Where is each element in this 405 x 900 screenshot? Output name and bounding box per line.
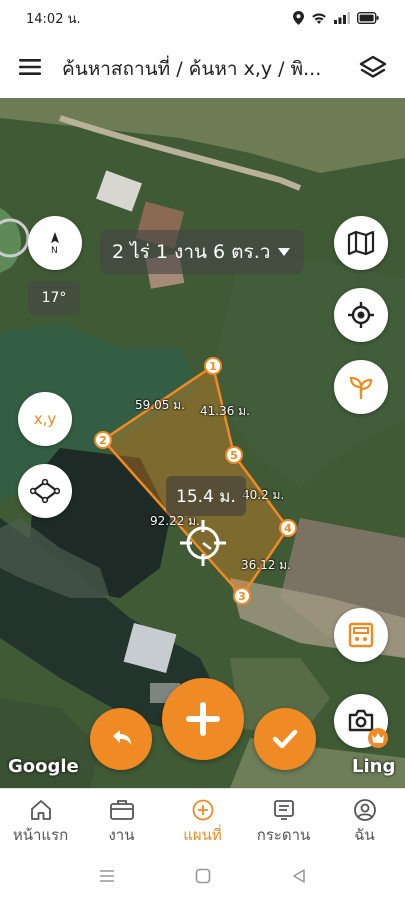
plant-button[interactable]	[334, 360, 388, 414]
status-time: 14:02 น.	[26, 11, 81, 27]
nav-jobs-label: งาน	[108, 826, 135, 844]
compass-icon: N	[51, 232, 59, 256]
map-type-button[interactable]	[334, 216, 388, 270]
nav-board-label: กระดาน	[256, 826, 311, 844]
nav-jobs[interactable]: งาน	[81, 789, 162, 852]
camera-button[interactable]	[334, 694, 388, 748]
confirm-button[interactable]	[254, 708, 316, 770]
ling-attribution: Ling	[352, 756, 396, 777]
home-icon	[30, 800, 51, 820]
chevron-down-icon	[278, 248, 291, 256]
nav-map-label: แผนที่	[183, 826, 222, 844]
compass-button[interactable]: N	[28, 216, 82, 270]
status-bar: 14:02 น.	[0, 0, 405, 36]
map-plus-icon	[192, 799, 213, 821]
briefcase-icon	[109, 800, 134, 820]
gps-target-icon	[348, 302, 374, 328]
location-icon	[293, 11, 304, 25]
nav-profile-label: ฉัน	[354, 826, 375, 844]
home-button-icon[interactable]	[195, 868, 211, 884]
area-summary[interactable]: 2 ไร่ 1 งาน 6 ตร.ว	[100, 230, 305, 274]
back-icon[interactable]	[291, 868, 307, 884]
app-header: ค้นหาสถานที่ / ค้นหา x,y / พิ...	[0, 36, 405, 98]
system-navigation-bar	[0, 852, 405, 900]
user-icon	[353, 799, 376, 821]
crosshair-icon	[180, 520, 226, 566]
shape-edit-button[interactable]	[18, 464, 72, 518]
wifi-icon	[312, 13, 326, 24]
map-icon	[347, 230, 375, 256]
vertex-marker[interactable]: 2	[94, 431, 112, 449]
board-icon	[273, 800, 294, 820]
nav-map[interactable]: แผนที่	[162, 789, 243, 852]
xy-coordinate-button[interactable]: x,y	[18, 392, 72, 446]
edge-distance-label: 36.12 ม.	[241, 558, 291, 572]
vertex-marker[interactable]: 5	[225, 446, 243, 464]
sprout-icon	[349, 376, 373, 400]
svg-text:N: N	[51, 246, 58, 256]
center-distance-label: 15.4 ม.	[166, 476, 246, 516]
satellite-map[interactable]: 2 ไร่ 1 งาน 6 ตร.ว N 17° x,y 59.05 ม. 41…	[0, 98, 405, 788]
recent-apps-icon[interactable]	[99, 869, 115, 883]
undo-button[interactable]	[90, 708, 152, 770]
calculator-icon	[348, 622, 374, 648]
screen: 14:02 น. ค้นหาสถานที่ / ค้นหา x,y / พิ..…	[0, 0, 405, 900]
add-point-button[interactable]	[162, 678, 244, 760]
undo-icon	[113, 730, 131, 745]
menu-icon[interactable]	[18, 55, 44, 79]
google-attribution: Google	[8, 756, 79, 777]
bottom-navigation: หน้าแรก งาน แผนที่ กระดาน ฉัน	[0, 788, 405, 852]
signal-icon	[334, 12, 350, 24]
area-label: 2 ไร่ 1 งาน 6 ตร.ว	[112, 241, 271, 263]
nav-home-label: หน้าแรก	[12, 826, 69, 844]
search-title[interactable]: ค้นหาสถานที่ / ค้นหา x,y / พิ...	[62, 54, 344, 84]
my-location-button[interactable]	[334, 288, 388, 342]
layers-icon[interactable]	[358, 54, 388, 82]
edge-distance-label: 59.05 ม.	[135, 398, 185, 412]
battery-icon	[357, 12, 379, 24]
polygon-edit-icon	[30, 479, 60, 503]
plus-icon	[186, 702, 220, 736]
xy-label: x,y	[33, 410, 57, 428]
calculator-button[interactable]	[334, 608, 388, 662]
edge-distance-label: 40.2 ม.	[242, 488, 285, 502]
rotation-indicator: 17°	[28, 281, 80, 315]
vertex-marker[interactable]: 4	[279, 519, 297, 537]
check-icon	[272, 729, 298, 749]
nav-profile[interactable]: ฉัน	[324, 789, 405, 852]
edge-distance-label: 41.36 ม.	[200, 404, 250, 418]
premium-crown-icon	[368, 728, 388, 748]
status-icons	[293, 11, 379, 25]
nav-board[interactable]: กระดาน	[243, 789, 324, 852]
nav-home[interactable]: หน้าแรก	[0, 789, 81, 852]
vertex-marker[interactable]: 3	[233, 587, 251, 605]
vertex-marker[interactable]: 1	[204, 357, 222, 375]
